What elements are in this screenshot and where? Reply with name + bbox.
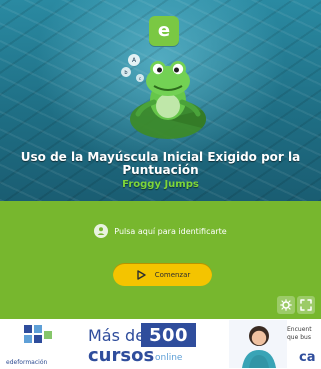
ad-number: 500 (141, 323, 196, 347)
educaplay-logo: e (149, 16, 179, 46)
person-photo (229, 320, 287, 368)
logo-letter: e (157, 20, 171, 41)
svg-text:b: b (124, 70, 127, 76)
title-text: Uso de la Mayúscula Inicial Exigido por … (20, 150, 301, 177)
user-icon (94, 224, 109, 238)
ad-online: online (155, 353, 183, 363)
identify-link[interactable]: Pulsa aquí para identificarte (0, 222, 321, 240)
identify-label: Pulsa aquí para identificarte (114, 226, 227, 236)
corner-controls (277, 296, 315, 314)
ad-right-area: Encuent que bus ca (229, 320, 321, 368)
activity-title: Uso de la Mayúscula Inicial Exigido por … (18, 150, 303, 191)
ad-line2: cursos (88, 345, 155, 366)
ad-line1: Más de (88, 326, 146, 345)
start-panel: Pulsa aquí para identificarte (0, 201, 321, 319)
fullscreen-button[interactable] (297, 296, 315, 314)
grid-logo-icon (24, 325, 52, 343)
water-background: e A b c Uso de la Mayúscula Inicial Exig… (0, 0, 321, 201)
ad-brand: edeformación (6, 359, 48, 366)
svg-text:c: c (139, 76, 141, 81)
settings-button[interactable] (277, 296, 295, 314)
ad-right-cta: ca (299, 350, 316, 365)
game-frame: e A b c Uso de la Mayúscula Inicial Exig… (0, 0, 321, 369)
gear-icon (280, 299, 292, 311)
frog-mascot-icon: A b c (121, 54, 206, 139)
start-button[interactable]: Comenzar (113, 263, 212, 286)
ad-right-snippet: Encuent que bus (287, 326, 312, 341)
ad-message: Más de 500 cursos online (82, 320, 216, 368)
play-icon (137, 269, 146, 280)
start-label: Comenzar (154, 270, 191, 279)
fullscreen-icon (300, 299, 312, 311)
ad-left-logo: edeformación (6, 323, 78, 367)
author-text: Froggy Jumps (122, 179, 199, 190)
ad-banner[interactable]: edeformación Más de 500 cursos online En… (0, 319, 321, 369)
